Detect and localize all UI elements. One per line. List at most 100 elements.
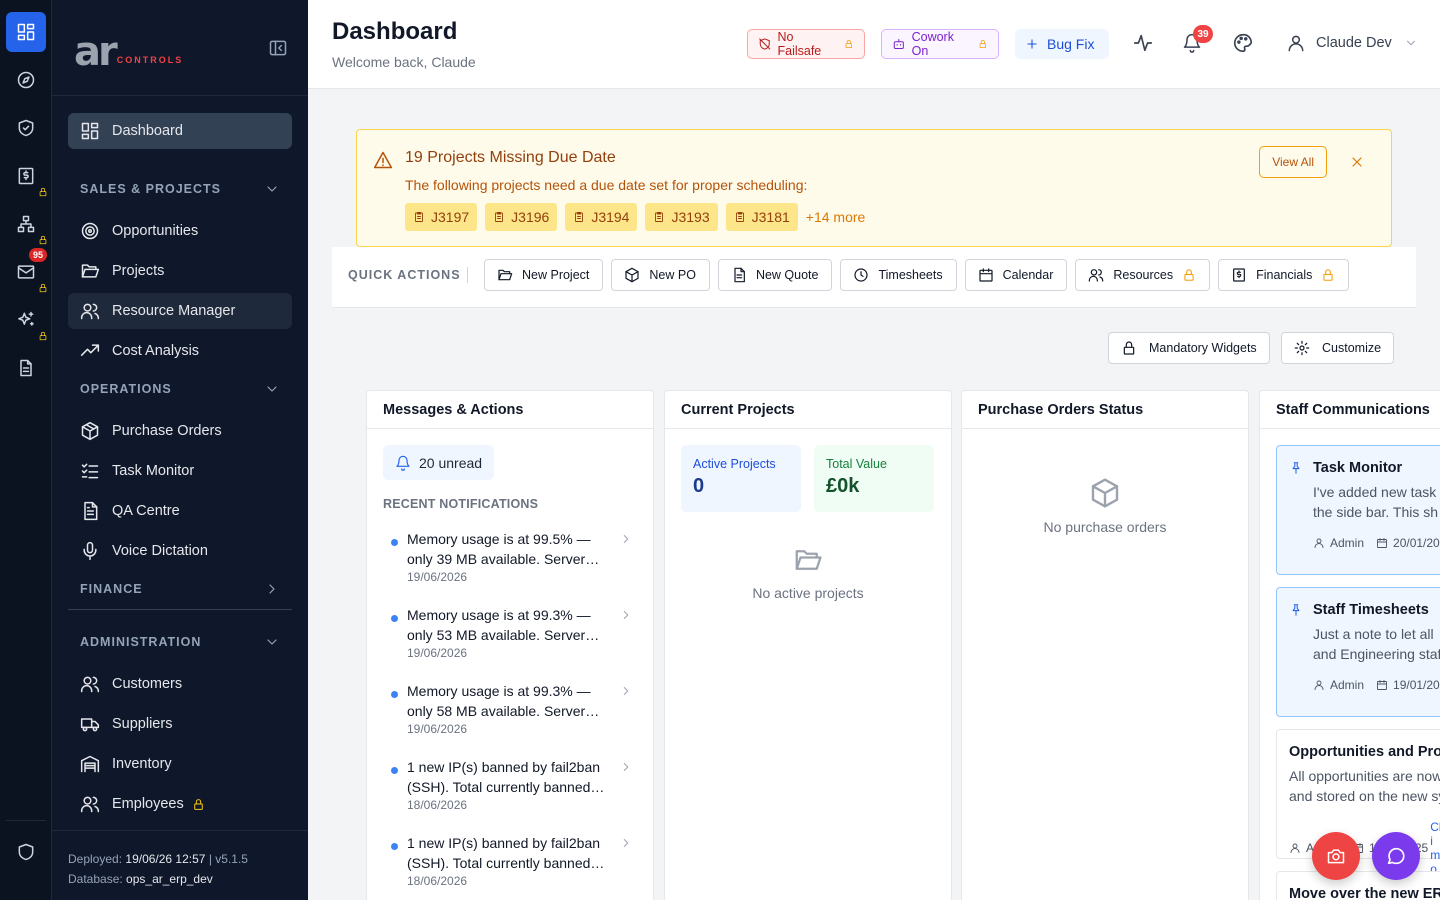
notification-date: 18/06/2026 xyxy=(407,798,468,812)
project-chip[interactable]: J3197 xyxy=(405,203,478,231)
shield-check-icon[interactable] xyxy=(6,108,46,148)
no-failsafe-button[interactable]: No Failsafe xyxy=(747,29,865,59)
section-sales-projects[interactable]: SALES & PROJECTS xyxy=(80,181,280,197)
user-menu[interactable]: Claude Dev xyxy=(1286,33,1418,53)
bot-icon xyxy=(893,38,904,50)
calendar-button[interactable]: Calendar xyxy=(964,259,1068,291)
notification-item[interactable]: 1 new IP(s) banned by fail2ban (SSH). To… xyxy=(383,833,639,900)
sidebar-item-label: Purchase Orders xyxy=(112,423,222,439)
sidebar-item-label: Task Monitor xyxy=(112,463,195,479)
sidebar-item-resource-manager[interactable]: Resource Manager xyxy=(68,293,292,329)
project-chip[interactable]: J3181 xyxy=(725,203,798,231)
lock-icon xyxy=(1323,269,1333,281)
message-title: Staff Timesheets xyxy=(1313,602,1429,618)
folder-open-icon xyxy=(795,550,822,570)
document-icon[interactable] xyxy=(6,348,46,388)
click-more-link[interactable]: Cli mo xyxy=(1430,820,1440,876)
sidebar-item-customers[interactable]: Customers xyxy=(68,666,292,702)
footer-separator: | xyxy=(208,852,212,866)
staff-message-card[interactable]: Move over the new ERP xyxy=(1276,871,1440,900)
chat-button[interactable] xyxy=(1372,832,1420,880)
sidebar-item-task-monitor[interactable]: Task Monitor xyxy=(68,453,292,489)
compass-icon[interactable] xyxy=(6,60,46,100)
quick-actions-separator xyxy=(467,267,468,283)
shield-icon[interactable] xyxy=(6,832,46,872)
notification-item[interactable]: 1 new IP(s) banned by fail2ban (SSH). To… xyxy=(383,757,639,827)
stat-value: 0 xyxy=(693,475,705,497)
active-projects-stat[interactable]: Active Projects 0 xyxy=(681,445,801,512)
project-chip[interactable]: J3193 xyxy=(645,203,718,231)
total-value-stat[interactable]: Total Value £0k xyxy=(814,445,934,512)
logo-row: ar CONTROLS xyxy=(52,0,308,96)
sidebar-item-cost-analysis[interactable]: Cost Analysis xyxy=(68,333,292,369)
section-administration[interactable]: ADMINISTRATION xyxy=(80,634,280,650)
user-icon xyxy=(1314,538,1324,548)
notification-badge: 39 xyxy=(1193,25,1213,43)
staff-message-card[interactable]: Task Monitor I've added new task the side… xyxy=(1276,445,1440,575)
notification-text: Memory usage is at 99.3% — only 58 MB av… xyxy=(407,683,600,719)
chevron-right-icon xyxy=(269,584,275,594)
mandatory-widgets-button[interactable]: Mandatory Widgets xyxy=(1108,332,1270,364)
bug-fix-button[interactable]: Bug Fix xyxy=(1015,29,1109,59)
sidebar-item-dashboard[interactable]: Dashboard xyxy=(68,113,292,149)
gear-icon xyxy=(1294,340,1310,356)
resources-button[interactable]: Resources xyxy=(1075,259,1211,291)
clipboard-icon xyxy=(415,212,423,222)
more-projects-link[interactable]: +14 more xyxy=(806,209,866,225)
sidebar-item-label: Opportunities xyxy=(112,223,199,239)
sidebar-item-voice-dictation[interactable]: Voice Dictation xyxy=(68,533,292,569)
customize-label: Customize xyxy=(1322,341,1382,355)
new-po-button[interactable]: New PO xyxy=(611,259,710,291)
new-quote-button[interactable]: New Quote xyxy=(717,259,833,291)
customize-button[interactable]: Customize xyxy=(1281,332,1395,364)
user-name: Claude Dev xyxy=(1316,35,1392,51)
stat-label: Total Value xyxy=(826,457,887,471)
company-logo[interactable]: ar CONTROLS xyxy=(74,32,183,72)
warning-icon xyxy=(373,150,393,170)
notification-item[interactable]: Memory usage is at 99.3% — only 53 MB av… xyxy=(383,605,639,675)
sidebar-item-opportunities[interactable]: Opportunities xyxy=(68,213,292,249)
file-text-icon xyxy=(84,501,98,521)
sidebar-item-employees[interactable]: Employees xyxy=(68,786,292,822)
timesheets-button[interactable]: Timesheets xyxy=(840,259,957,291)
project-chip-label: J3196 xyxy=(511,209,550,225)
section-operations[interactable]: OPERATIONS xyxy=(80,381,280,397)
staff-message-card[interactable]: Staff Timesheets Just a note to let all a… xyxy=(1276,587,1440,717)
project-chip[interactable]: J3194 xyxy=(565,203,638,231)
unread-label: 20 unread xyxy=(419,454,483,471)
view-all-button[interactable]: View All xyxy=(1259,146,1327,178)
sidebar-item-suppliers[interactable]: Suppliers xyxy=(68,706,292,742)
chevron-right-icon xyxy=(623,686,629,696)
warehouse-icon xyxy=(80,755,100,773)
message-meta: Admin 20/01/202 xyxy=(1313,536,1440,550)
staff-message-card[interactable]: Opportunities and Proj All opportunities… xyxy=(1276,729,1440,876)
sidebar-item-projects[interactable]: Projects xyxy=(68,253,292,289)
message-line: and Engineering staf xyxy=(1313,646,1440,662)
screenshot-button[interactable] xyxy=(1312,832,1360,880)
unread-button[interactable]: 20 unread xyxy=(383,445,495,480)
activity-icon[interactable] xyxy=(1132,32,1154,54)
missing-due-date-alert: 19 Projects Missing Due Date The followi… xyxy=(356,129,1392,247)
notification-item[interactable]: Memory usage is at 99.3% — only 58 MB av… xyxy=(383,681,639,751)
clipboard-icon xyxy=(735,212,744,222)
sidebar-collapse-icon[interactable] xyxy=(268,38,288,58)
section-finance[interactable]: FINANCE xyxy=(80,581,280,597)
new-project-button[interactable]: New Project xyxy=(484,259,604,291)
widget-title: Purchase Orders Status xyxy=(962,391,1248,429)
message-meta: Admin 19/01/202 xyxy=(1313,678,1440,692)
sidebar-item-inventory[interactable]: Inventory xyxy=(68,746,292,782)
dashboard-grid-icon[interactable] xyxy=(6,12,46,52)
close-icon[interactable] xyxy=(1349,154,1365,170)
message-body: I've added new task the side bar. This sh xyxy=(1313,482,1440,522)
sidebar-divider xyxy=(68,609,292,610)
sidebar-item-purchase-orders[interactable]: Purchase Orders xyxy=(68,413,292,449)
rail-divider xyxy=(6,820,46,821)
palette-icon[interactable] xyxy=(1232,32,1254,54)
cowork-button[interactable]: Cowork On xyxy=(881,29,999,59)
financials-button[interactable]: Financials xyxy=(1218,259,1350,291)
mail-badge: 95 xyxy=(29,248,48,262)
sidebar-item-qa-centre[interactable]: QA Centre xyxy=(68,493,292,529)
project-chip[interactable]: J3196 xyxy=(485,203,558,231)
notification-item[interactable]: Memory usage is at 99.5% — only 39 MB av… xyxy=(383,529,639,599)
lock-icon xyxy=(38,187,48,197)
